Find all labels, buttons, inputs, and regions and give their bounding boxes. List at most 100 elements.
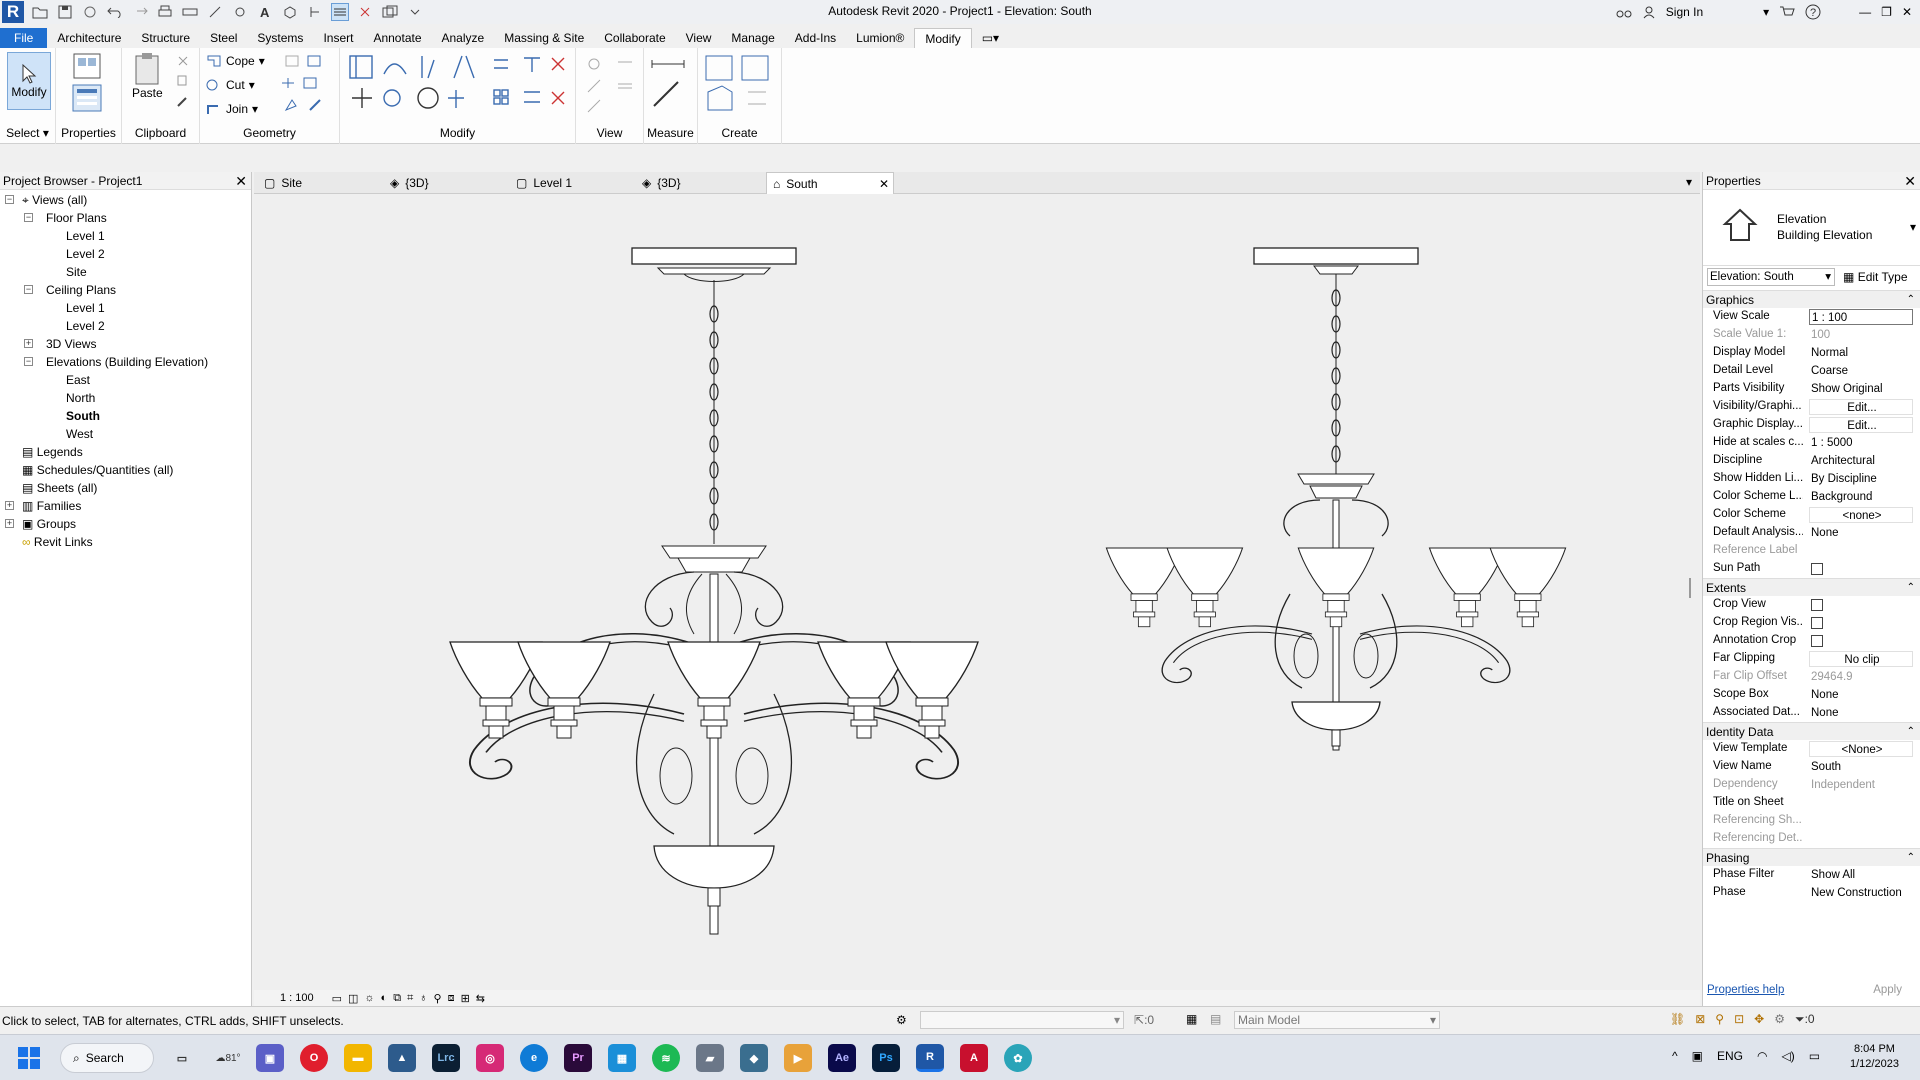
undo-icon[interactable] bbox=[106, 3, 124, 21]
prop-crop-view[interactable]: Crop View bbox=[1703, 596, 1920, 614]
tab-systems[interactable]: Systems bbox=[247, 28, 313, 48]
detail-level-icon[interactable]: ▭ bbox=[332, 992, 342, 1005]
tree-node-legends[interactable]: ▤ Legends bbox=[22, 443, 83, 461]
lightroom-icon[interactable]: Lrc bbox=[432, 1044, 460, 1072]
photoshop-icon[interactable]: Ps bbox=[872, 1044, 900, 1072]
task-view-icon[interactable]: ▭ bbox=[168, 1044, 196, 1072]
select-dropdown[interactable]: Select ▾ bbox=[0, 126, 55, 140]
background-process-icon[interactable]: ⚙ bbox=[1774, 1012, 1785, 1027]
opera-icon[interactable]: O bbox=[300, 1044, 328, 1072]
tree-node-west[interactable]: West bbox=[66, 425, 93, 443]
view-tab-3d-1[interactable]: ◈ {3D} bbox=[384, 172, 508, 194]
calculator-icon[interactable]: ▦ bbox=[608, 1044, 636, 1072]
close-hidden-icon[interactable] bbox=[356, 3, 374, 21]
tree-node-floor-level-1[interactable]: Level 1 bbox=[66, 227, 105, 245]
design-option-dropdown[interactable]: Main Model ▾ bbox=[1234, 1011, 1440, 1029]
render-icon[interactable]: ⧉ bbox=[393, 992, 401, 1005]
type-properties-button[interactable] bbox=[70, 52, 104, 82]
prop-parts-visibility[interactable]: Parts Visibility Show Original bbox=[1703, 380, 1920, 398]
customize-dropdown-icon[interactable] bbox=[406, 3, 424, 21]
revit-logo-icon[interactable]: R bbox=[2, 1, 24, 23]
prop-annotation-crop[interactable]: Annotation Crop bbox=[1703, 632, 1920, 650]
prop-visibility-graphics[interactable]: Visibility/Graphi... Edit... bbox=[1703, 398, 1920, 416]
tree-node-floor-plans[interactable]: Floor Plans bbox=[46, 209, 107, 227]
tree-node-ceiling-plans[interactable]: Ceiling Plans bbox=[46, 281, 116, 299]
prop-color-scheme-location[interactable]: Color Scheme L... Background bbox=[1703, 488, 1920, 506]
workset-dropdown[interactable]: ▾ bbox=[920, 1011, 1124, 1029]
section-icon[interactable] bbox=[306, 3, 324, 21]
tree-node-floor-level-2[interactable]: Level 2 bbox=[66, 245, 105, 263]
annotation-crop-checkbox[interactable] bbox=[1811, 635, 1823, 647]
tree-node-views[interactable]: ⌖ Views (all) bbox=[22, 191, 87, 209]
prop-sun-path[interactable]: Sun Path bbox=[1703, 560, 1920, 578]
create-tools-icon[interactable] bbox=[702, 52, 778, 122]
chandelier-small[interactable] bbox=[1105, 247, 1567, 751]
select-pinned-icon[interactable]: ⚲ bbox=[1715, 1012, 1724, 1027]
crop-region-checkbox[interactable] bbox=[1811, 617, 1823, 629]
worksets-icon[interactable]: ⚙ bbox=[896, 1013, 907, 1027]
minimize-icon[interactable]: — bbox=[1859, 5, 1871, 19]
close-properties-icon[interactable]: ✕ bbox=[1904, 172, 1916, 190]
weather-widget[interactable]: ☁ 81° bbox=[214, 1044, 242, 1072]
tab-view[interactable]: View bbox=[676, 28, 722, 48]
tab-add-ins[interactable]: Add-Ins bbox=[785, 28, 846, 48]
view-tab-3d-2[interactable]: ◈ {3D} bbox=[636, 172, 760, 194]
view-scale-button[interactable]: 1 : 100 bbox=[280, 992, 314, 1004]
prop-phase[interactable]: Phase New Construction bbox=[1703, 884, 1920, 902]
section-extents[interactable]: Extents ⌃ bbox=[1703, 578, 1920, 596]
select-underlay-icon[interactable]: ⊠ bbox=[1695, 1012, 1705, 1027]
prop-far-clipping[interactable]: Far Clipping No clip bbox=[1703, 650, 1920, 668]
type-dropdown-icon[interactable]: ▾ bbox=[1910, 220, 1916, 234]
expand-toggle-icon[interactable]: + bbox=[5, 501, 14, 510]
close-browser-icon[interactable]: ✕ bbox=[235, 172, 247, 190]
default-3d-icon[interactable] bbox=[281, 3, 299, 21]
cope-button[interactable]: Cope ▾ bbox=[206, 54, 265, 68]
thin-lines-icon[interactable] bbox=[331, 3, 349, 21]
sketchup-icon[interactable]: ◆ bbox=[740, 1044, 768, 1072]
battery-icon[interactable]: ▭ bbox=[1809, 1049, 1820, 1063]
contextual-tab-toggle-icon[interactable]: ▭▾ bbox=[972, 28, 1009, 48]
photos-icon[interactable]: ▲ bbox=[388, 1044, 416, 1072]
section-graphics[interactable]: Graphics ⌃ bbox=[1703, 290, 1920, 308]
prop-title-on-sheet[interactable]: Title on Sheet bbox=[1703, 794, 1920, 812]
tree-node-east[interactable]: East bbox=[66, 371, 90, 389]
apply-button[interactable]: Apply bbox=[1873, 984, 1902, 996]
tree-node-site[interactable]: Site bbox=[66, 263, 87, 281]
cart-icon[interactable] bbox=[1779, 5, 1795, 19]
prop-display-model[interactable]: Display Model Normal bbox=[1703, 344, 1920, 362]
switch-windows-icon[interactable] bbox=[381, 3, 399, 21]
design-options-icon[interactable]: ▦ bbox=[1186, 1012, 1197, 1026]
crop-view-icon[interactable]: ⌗ bbox=[407, 992, 413, 1005]
spotify-icon[interactable]: ≋ bbox=[652, 1044, 680, 1072]
restore-icon[interactable]: ❐ bbox=[1881, 5, 1892, 19]
tab-analyze[interactable]: Analyze bbox=[432, 28, 495, 48]
prop-crop-region-visible[interactable]: Crop Region Vis... bbox=[1703, 614, 1920, 632]
visual-style-icon[interactable]: ◫ bbox=[348, 992, 358, 1005]
tab-structure[interactable]: Structure bbox=[131, 28, 200, 48]
sun-path-checkbox[interactable] bbox=[1811, 563, 1823, 575]
lumion-icon[interactable]: ✿ bbox=[1004, 1044, 1032, 1072]
file-explorer-icon[interactable]: ▬ bbox=[344, 1044, 372, 1072]
instagram-icon[interactable]: ◎ bbox=[476, 1044, 504, 1072]
sun-path-icon[interactable]: ☼ bbox=[364, 992, 374, 1005]
media-icon[interactable]: ▶ bbox=[784, 1044, 812, 1072]
prop-graphic-display[interactable]: Graphic Display... Edit... bbox=[1703, 416, 1920, 434]
collapse-toggle-icon[interactable]: − bbox=[5, 195, 14, 204]
modify-button[interactable]: Modify bbox=[7, 52, 51, 110]
after-effects-icon[interactable]: Ae bbox=[828, 1044, 856, 1072]
tree-node-revit-links[interactable]: ∞ Revit Links bbox=[22, 533, 93, 551]
tree-node-families[interactable]: ▥ Families bbox=[22, 497, 81, 515]
sync-icon[interactable] bbox=[81, 3, 99, 21]
tree-node-groups[interactable]: ▣ Groups bbox=[22, 515, 76, 533]
redo-icon[interactable] bbox=[131, 3, 149, 21]
tree-node-elevations[interactable]: Elevations (Building Elevation) bbox=[46, 353, 208, 371]
tree-node-north[interactable]: North bbox=[66, 389, 95, 407]
tray-app-icon[interactable]: ▣ bbox=[1692, 1049, 1703, 1063]
tab-architecture[interactable]: Architecture bbox=[47, 28, 131, 48]
tag-icon[interactable] bbox=[231, 3, 249, 21]
tab-lumion[interactable]: Lumion® bbox=[846, 28, 914, 48]
prop-scope-box[interactable]: Scope Box None bbox=[1703, 686, 1920, 704]
tab-massing-site[interactable]: Massing & Site bbox=[494, 28, 594, 48]
expand-toggle-icon[interactable]: + bbox=[5, 519, 14, 528]
view-tab-level-1[interactable]: ▢ Level 1 bbox=[510, 172, 634, 194]
